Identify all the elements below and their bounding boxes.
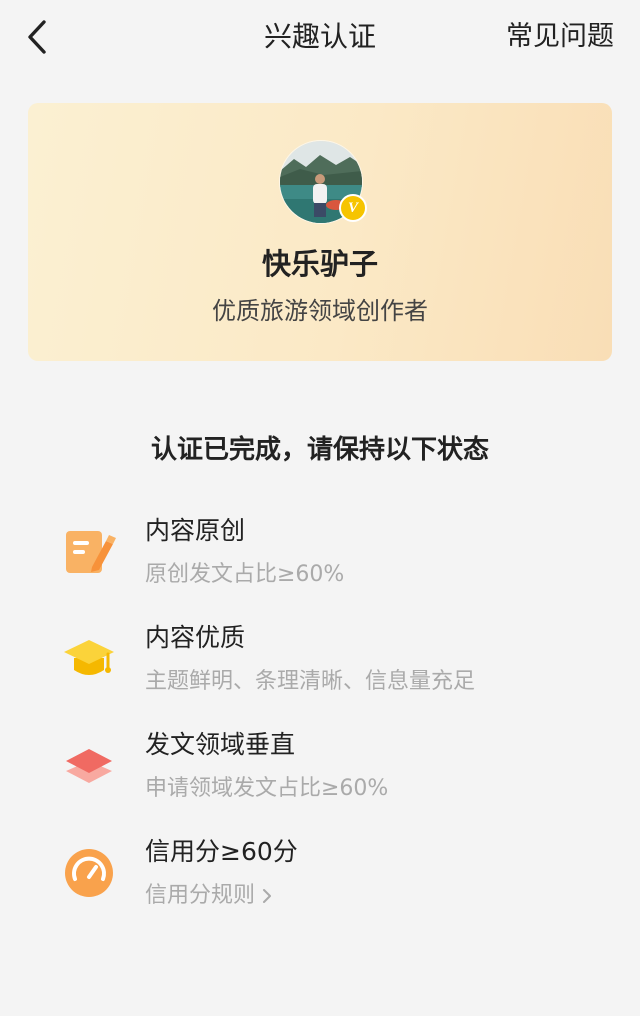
chevron-right-icon [263,889,272,903]
requirement-quality: 内容优质 主题鲜明、条理清晰、信息量充足 [0,620,640,710]
requirement-title: 内容优质 [145,623,246,652]
requirement-credit: 信用分≥60分 信用分规则 [0,834,640,924]
section-title: 认证已完成，请保持以下状态 [150,435,489,465]
profile-name: 快乐驴子 [261,247,378,281]
faq-link[interactable]: 常见问题 [506,18,614,56]
requirement-title: 发文领域垂直 [145,730,296,759]
nav-bar: 兴趣认证 常见问题 [0,0,640,76]
graduation-cap-icon [62,632,116,686]
gauge-icon [62,846,116,900]
verified-badge: V [339,194,367,222]
credit-rules-link[interactable]: 信用分规则 [145,880,273,912]
layers-icon [62,739,116,793]
requirement-desc: 原创发文占比≥60% [145,562,345,587]
document-edit-icon [62,525,116,579]
requirement-desc: 主题鲜明、条理清晰、信息量充足 [145,669,476,694]
requirement-desc: 申请领域发文占比≥60% [145,776,389,801]
requirement-original: 内容原创 原创发文占比≥60% [0,513,640,603]
profile-card: V 快乐驴子 优质旅游领域创作者 [28,103,612,361]
requirement-vertical: 发文领域垂直 申请领域发文占比≥60% [0,727,640,817]
profile-role: 优质旅游领域创作者 [212,297,428,325]
credit-rules-label: 信用分规则 [145,883,256,908]
requirement-title: 内容原创 [145,516,246,545]
avatar-container: V [279,140,367,224]
requirement-title: 信用分≥60分 [145,837,298,866]
